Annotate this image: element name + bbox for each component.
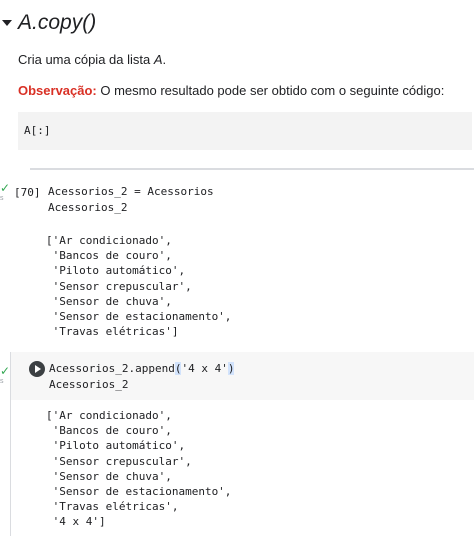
cell-divider: [30, 168, 474, 170]
output-line: 'Travas elétricas']: [46, 325, 179, 339]
output-line: 'Sensor de chuva',: [46, 294, 172, 308]
output-line: 'Bancos de couro',: [46, 424, 172, 438]
code-line: Acessorios_2: [49, 378, 129, 391]
code-line: Acessorios_2: [48, 201, 128, 214]
cell-output: ['Ar condicionado', 'Bancos de couro', '…: [46, 408, 231, 530]
output-line: 'Piloto automático',: [46, 264, 186, 278]
note-label: Observação:: [18, 83, 97, 98]
code-token: Acessorios_2.append: [49, 362, 175, 375]
code-token-string: '4 x 4': [181, 362, 228, 375]
output-line: 'Sensor de chuva',: [46, 469, 172, 483]
code-editor[interactable]: Acessorios_2.append('4 x 4') Acessorios_…: [10, 352, 474, 400]
check-icon: ✓: [0, 364, 11, 378]
code-editor[interactable]: Acessorios_2 = Acessorios Acessorios_2: [10, 179, 474, 223]
execution-time: s: [0, 195, 4, 202]
section-note: Observação: O mesmo resultado pode ser o…: [18, 83, 444, 98]
execution-time: s: [0, 378, 4, 385]
description-text: Cria uma cópia da lista: [18, 52, 154, 67]
output-line: 'Sensor de estacionamento',: [46, 310, 232, 324]
output-line: '4 x 4']: [46, 515, 106, 529]
check-icon: ✓: [0, 181, 11, 195]
output-line: 'Sensor crepuscular',: [46, 279, 192, 293]
cell-output: ['Ar condicionado', 'Bancos de couro', '…: [46, 233, 231, 339]
output-line: ['Ar condicionado',: [46, 409, 172, 422]
code-line: Acessorios_2.append('4 x 4'): [49, 361, 235, 377]
play-circle-icon[interactable]: [29, 361, 45, 377]
section-description: Cria uma cópia da lista A.: [18, 52, 166, 67]
caret-down-icon[interactable]: [2, 20, 12, 26]
code-line: Acessorios_2 = Acessorios: [48, 185, 214, 198]
code-snippet-box: A[:]: [18, 112, 472, 150]
section-heading: A.copy(): [18, 11, 97, 34]
output-line: 'Travas elétricas',: [46, 500, 179, 514]
description-variable: A: [153, 52, 163, 67]
note-text: O mesmo resultado pode ser obtido com o …: [96, 83, 445, 98]
output-line: 'Piloto automático',: [46, 439, 186, 453]
output-line: 'Sensor de estacionamento',: [46, 485, 232, 499]
code-snippet: A[:]: [24, 124, 51, 137]
description-suffix: .: [162, 52, 167, 67]
output-line: 'Sensor crepuscular',: [46, 454, 192, 468]
output-line: 'Bancos de couro',: [46, 249, 172, 263]
code-token-paren: ): [227, 362, 235, 375]
output-line: ['Ar condicionado',: [46, 234, 172, 247]
section-header: A.copy(): [0, 6, 96, 40]
